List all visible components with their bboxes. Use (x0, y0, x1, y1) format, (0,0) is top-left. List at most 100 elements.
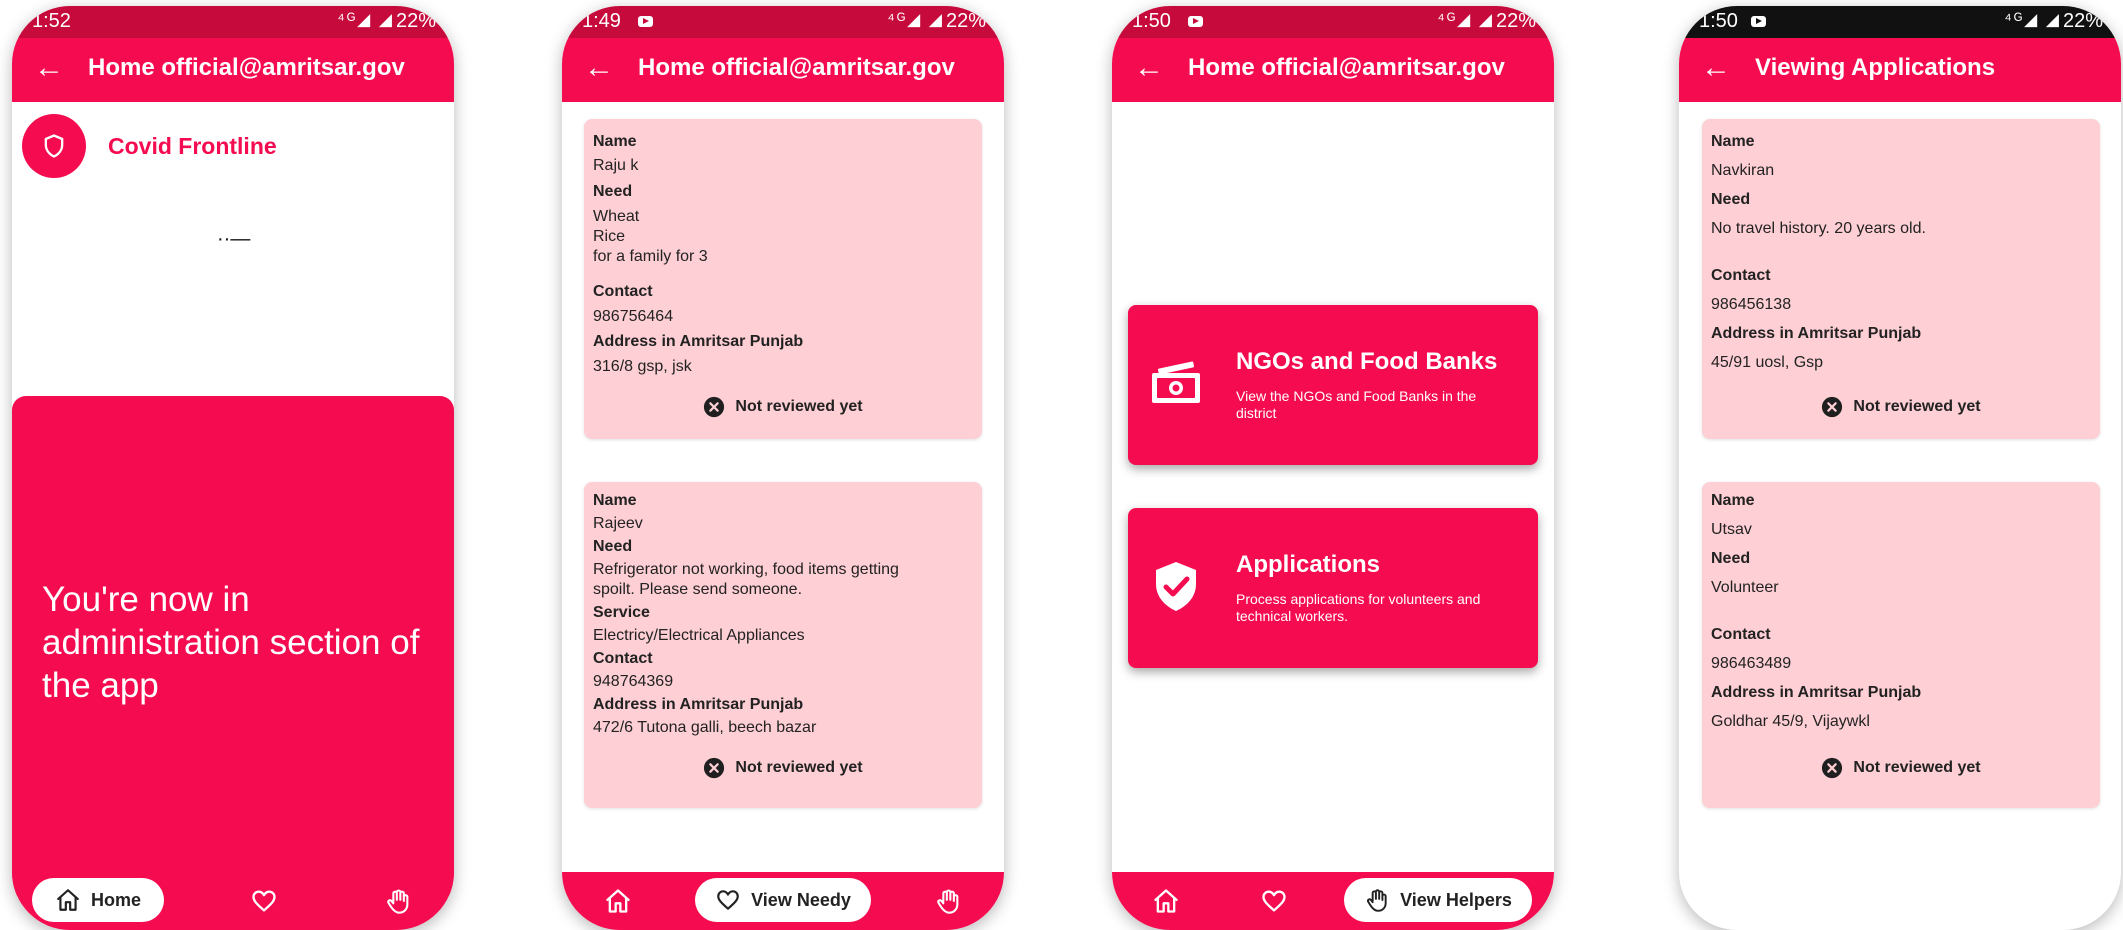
app-bar: ← Home official@amritsar.gov (562, 38, 1004, 102)
address-label: Address in Amritsar Punjab (1711, 684, 1922, 701)
applications-card[interactable]: Applications Process applications for vo… (1128, 508, 1538, 668)
youtube-notification-icon (638, 16, 653, 27)
heart-icon[interactable] (1260, 887, 1288, 915)
app-bar: ← Viewing Applications (1679, 38, 2121, 102)
page-title: Viewing Applications (1755, 54, 1996, 81)
brand-name: Covid Frontline (108, 133, 277, 159)
status-time: 1:52 (32, 10, 71, 32)
need-label: Need (1711, 191, 1751, 208)
review-status-text: Not reviewed yet (735, 398, 863, 415)
back-arrow-icon[interactable]: ← (1701, 50, 1731, 86)
heart-icon[interactable] (250, 887, 278, 915)
need-value: for a family for 3 (593, 248, 708, 265)
need-value: Volunteer (1711, 579, 1779, 596)
status-time: 1:50 (1699, 10, 1738, 32)
status-bar: 1:52 ⁴ᴳ◢ ◢ 22% (12, 6, 454, 38)
battery-level: 22% (395, 10, 436, 32)
battery-level: 22% (2062, 10, 2103, 32)
app-bar: ← Home official@amritsar.gov (1112, 38, 1554, 102)
need-value: spoilt. Please send someone. (593, 581, 803, 598)
nav-view-helpers-button[interactable]: View Helpers (1344, 878, 1532, 922)
page-title: Home official@amritsar.gov (88, 54, 405, 81)
name-value: Raju k (593, 157, 639, 174)
contact-label: Contact (1711, 626, 1771, 643)
home-icon (55, 887, 81, 913)
back-arrow-icon[interactable]: ← (34, 50, 64, 86)
contact-label: Contact (593, 283, 653, 300)
name-label: Name (593, 492, 637, 509)
need-value: Rice (593, 228, 626, 245)
need-label: Need (593, 183, 633, 200)
status-bar: 1:50 ⁴ᴳ◢ ◢ 22% (1679, 6, 2121, 38)
name-value: Rajeev (593, 515, 643, 532)
need-value: No travel history. 20 years old. (1711, 220, 1926, 237)
app-bar: ← Home official@amritsar.gov (12, 38, 454, 102)
signal-icon: ⁴ᴳ◢ ◢ (2004, 10, 2061, 29)
nav-view-needy-label: View Needy (751, 889, 851, 910)
money-icon (1152, 361, 1200, 403)
hand-icon (1364, 887, 1390, 913)
loading-indicator: ··— (217, 228, 251, 250)
contact-value: 986756464 (593, 308, 674, 325)
close-circle-icon (1821, 396, 1843, 418)
bottom-nav: Home (12, 872, 454, 930)
hand-icon[interactable] (934, 887, 962, 915)
needy-card[interactable]: Name Raju k Need Wheat Rice for a family… (584, 119, 982, 439)
battery-level: 22% (945, 10, 986, 32)
home-icon[interactable] (604, 887, 632, 915)
review-status: Not reviewed yet (584, 757, 982, 779)
admin-banner: You're now in administration section of … (12, 396, 454, 896)
name-value: Navkiran (1711, 162, 1775, 179)
youtube-notification-icon (1188, 16, 1203, 27)
status-time: 1:50 (1132, 10, 1171, 32)
address-label: Address in Amritsar Punjab (1711, 325, 1922, 342)
review-status-text: Not reviewed yet (1853, 398, 1981, 415)
review-status-text: Not reviewed yet (1853, 759, 1981, 776)
page-title: Home official@amritsar.gov (638, 54, 955, 81)
review-status: Not reviewed yet (1702, 396, 2100, 418)
contact-value: 986463489 (1711, 655, 1792, 672)
hand-icon[interactable] (384, 887, 412, 915)
address-value: 316/8 gsp, jsk (593, 358, 692, 375)
ngos-food-banks-card[interactable]: NGOs and Food Banks View the NGOs and Fo… (1128, 305, 1538, 465)
bottom-nav: View Needy (562, 872, 1004, 930)
address-label: Address in Amritsar Punjab (593, 696, 804, 713)
address-value: Goldhar 45/9, Vijaywkl (1711, 713, 1870, 730)
name-label: Name (1711, 492, 1755, 509)
contact-value: 948764369 (593, 673, 674, 690)
phone-screen-admin-menu: 1:50 ⁴ᴳ◢ ◢ 22% ← Home official@amritsar.… (1112, 6, 1554, 930)
application-card[interactable]: Name Utsav Need Volunteer Contact 986463… (1702, 482, 2100, 808)
address-label: Address in Amritsar Punjab (593, 333, 804, 350)
nav-home-label: Home (90, 889, 141, 910)
contact-value: 986456138 (1711, 296, 1792, 313)
shield-icon (44, 134, 64, 158)
need-value: Refrigerator not working, food items get… (593, 561, 899, 578)
review-status: Not reviewed yet (1702, 757, 2100, 779)
close-circle-icon (703, 757, 725, 779)
menu-card-subtitle: View the NGOs and Food Banks in the dist… (1236, 388, 1477, 421)
name-label: Name (593, 133, 637, 150)
application-card[interactable]: Name Navkiran Need No travel history. 20… (1702, 119, 2100, 439)
back-arrow-icon[interactable]: ← (1134, 50, 1164, 86)
need-label: Need (1711, 550, 1751, 567)
signal-icon: ⁴ᴳ◢ ◢ (1437, 10, 1494, 29)
signal-icon: ⁴ᴳ◢ ◢ (887, 10, 944, 29)
nav-view-needy-button[interactable]: View Needy (695, 878, 871, 922)
menu-card-title: NGOs and Food Banks (1236, 348, 1498, 375)
page-title: Home official@amritsar.gov (1188, 54, 1505, 81)
brand-logo (22, 114, 86, 178)
back-arrow-icon[interactable]: ← (584, 50, 614, 86)
banner-text: You're now in administration section of … (42, 580, 420, 705)
needy-card[interactable]: Name Rajeev Need Refrigerator not workin… (584, 482, 982, 808)
name-label: Name (1711, 133, 1755, 150)
home-icon[interactable] (1152, 887, 1180, 915)
need-label: Need (593, 538, 633, 555)
heart-icon (715, 887, 741, 913)
service-label: Service (593, 604, 650, 621)
phone-screen-home-admin: 1:52 ⁴ᴳ◢ ◢ 22% ← Home official@amritsar.… (12, 6, 454, 930)
need-value: Wheat (593, 208, 640, 225)
shield-check-icon (1156, 562, 1196, 611)
nav-home-button[interactable]: Home (32, 878, 164, 922)
address-value: 45/91 uosl, Gsp (1711, 354, 1824, 371)
status-bar: 1:50 ⁴ᴳ◢ ◢ 22% (1112, 6, 1554, 38)
